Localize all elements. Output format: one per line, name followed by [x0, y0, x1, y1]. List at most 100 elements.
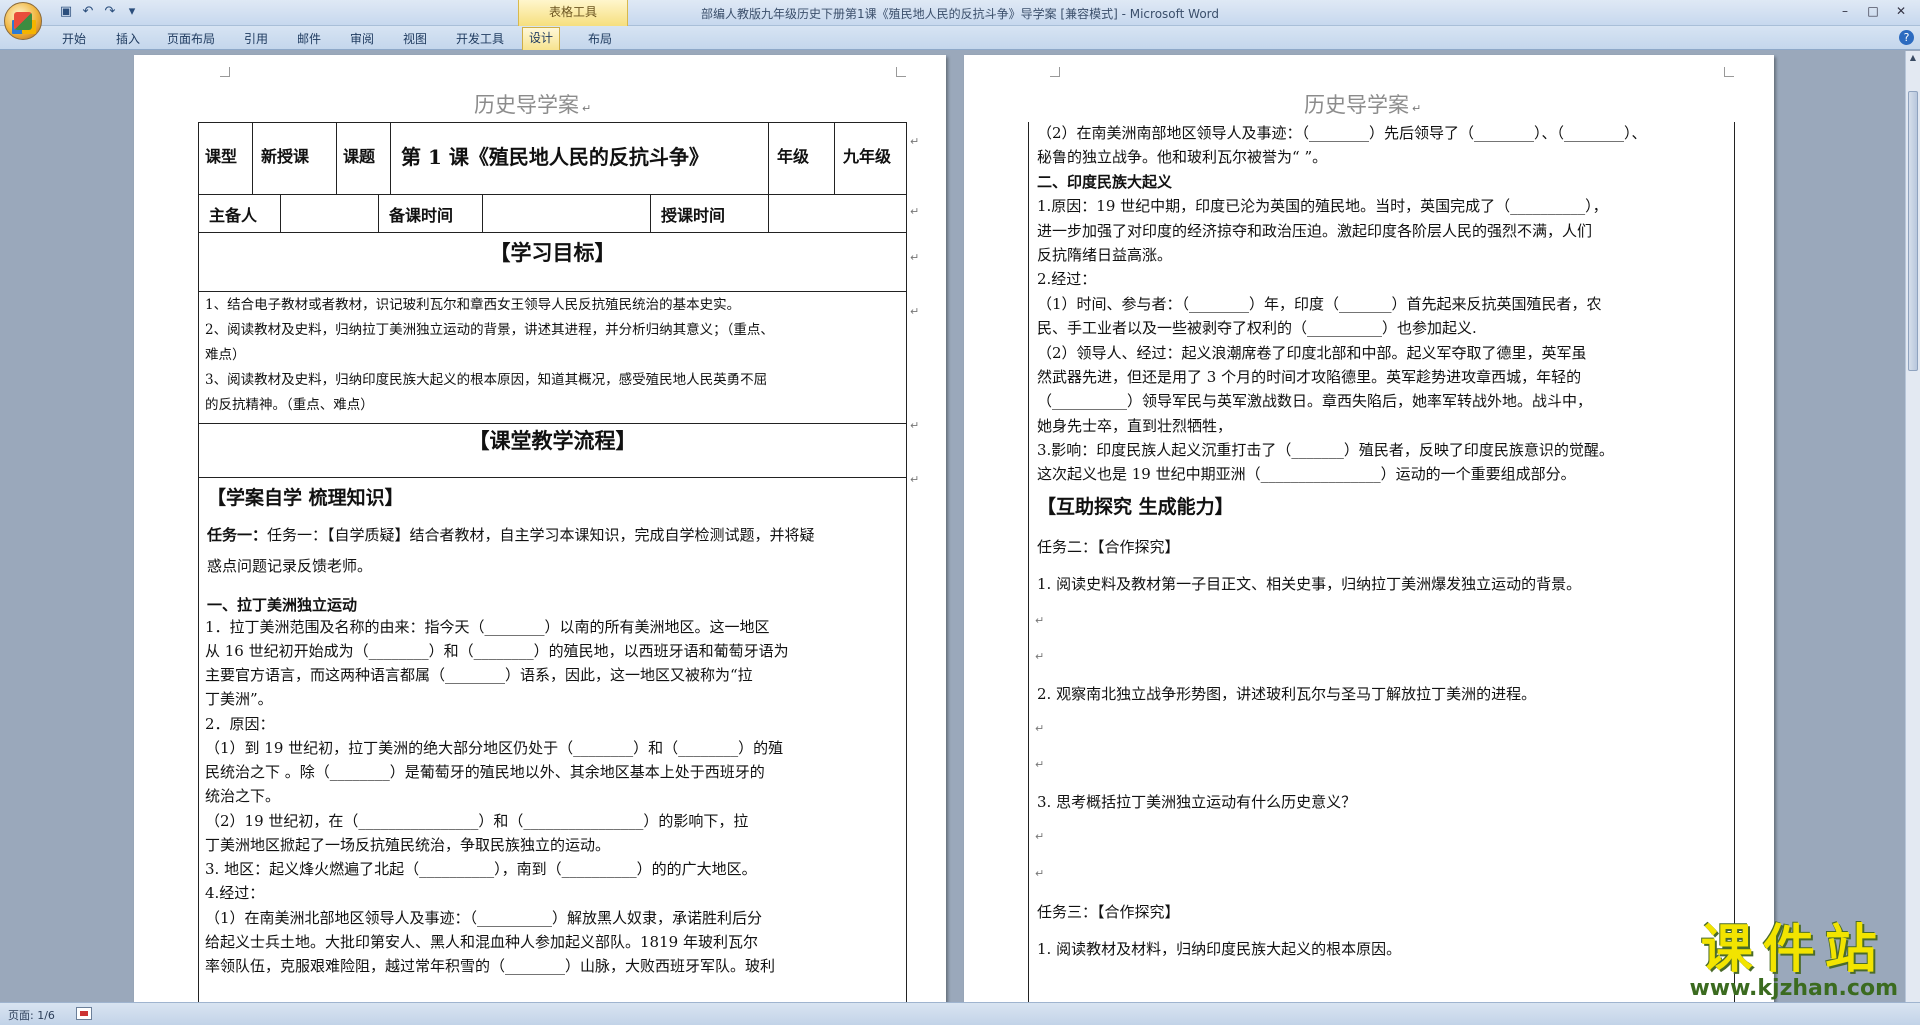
tab-references[interactable]: 引用 [238, 29, 274, 48]
p2-india-7: （2）领导人、经过：起义浪潮席卷了印度北部和中部。起义军夺取了德里，英军虽 [1037, 344, 1587, 362]
p1-line-9: （2）19 世纪初，在（________________）和（_________… [205, 812, 749, 830]
p2-india-1: 1.原因：19 世纪中期，印度已沦为英国的殖民地。当时，英国完成了（______… [1037, 197, 1608, 215]
p1-line-13: （1）在南美洲北部地区领导人及事迹：（__________）解放黑人奴隶，承诺胜… [205, 909, 763, 927]
flow-title: 【课堂教学流程】 [468, 428, 637, 453]
tab-page-layout[interactable]: 页面布局 [161, 29, 221, 48]
row-end-mark: ↵ [910, 251, 920, 264]
question-3: 3. 思考概括拉丁美洲独立运动有什么历史意义？ [1037, 793, 1357, 811]
scroll-up-icon[interactable]: ▲ [1908, 53, 1918, 63]
p2-india-3: 反抗隋绪日益高涨。 [1037, 246, 1173, 264]
task2-label: 任务二：【合作探究】 [1037, 538, 1180, 556]
row-end-mark: ↵ [910, 135, 920, 148]
tab-design[interactable]: 设计 [522, 27, 561, 50]
status-bar: 页面: 1/6 [0, 1002, 1920, 1025]
cell-topic-value: 第 1 课《殖民地人民的反抗斗争》 [391, 123, 769, 194]
p1-line-4: 丁美洲”。 [205, 690, 273, 708]
page-header: 历史导学案 ↵ [474, 93, 592, 117]
crop-mark [1050, 67, 1060, 77]
question-2: 2. 观察南北独立战争形势图，讲述玻利瓦尔与圣马丁解放拉丁美洲的进程。 [1037, 685, 1537, 703]
help-icon[interactable]: ? [1899, 30, 1914, 45]
lesson-table-continued: （2）在南美洲南部地区领导人及事迹：（________）先后领导了（______… [1028, 122, 1735, 1002]
p2-india-5: （1）时间、参与者：（________）年，印度（_______）首先起来反抗英… [1037, 295, 1602, 313]
goal-2-cont: 难点） [205, 347, 246, 363]
p1-line-6: （1）到 19 世纪初，拉丁美洲的绝大部分地区仍处于（________）和（__… [205, 739, 784, 757]
p2-india-8: 然武器先进，但还是用了 3 个月的时间才攻陷德里。英军趁势进攻章西城，年轻的 [1037, 368, 1582, 386]
p2-india-6: 民、手工业者以及一些被剥夺了权利的（__________）也参加起义. [1037, 319, 1477, 337]
tab-layout[interactable]: 布局 [582, 29, 618, 48]
tab-insert[interactable]: 插入 [110, 29, 146, 48]
cell-teach-time-label: 授课时间 [651, 194, 769, 232]
goals-title: 【学习目标】 [489, 240, 616, 265]
cell-preparer-value [281, 194, 379, 232]
cell-type-value: 新授课 [253, 123, 337, 194]
self-study-title: 【学案自学 梳理知识】 [207, 487, 404, 509]
cell-topic-label: 课题 [337, 123, 391, 194]
window-controls: – □ ✕ [1832, 2, 1914, 20]
row-end-mark: ↵ [910, 205, 920, 218]
india-heading: 二、印度民族大起义 [1037, 173, 1173, 191]
p2-india-2: 进一步加强了对印度的经济掠夺和政治压迫。激起印度各阶层人民的强烈不满，人们 [1037, 222, 1593, 240]
office-logo-icon [14, 12, 32, 30]
p1-line-14: 给起义士兵土地。大批印第安人、黑人和混血种人参加起义部队。1819 年玻利瓦尔 [205, 933, 758, 951]
close-button[interactable]: ✕ [1888, 2, 1914, 20]
p1-line-5: 2．原因： [205, 715, 275, 733]
cell-prep-time-label: 备课时间 [379, 194, 483, 232]
lesson-table: 课型 新授课 课题 第 1 课《殖民地人民的反抗斗争》 年级 九年级 主备人 备… [198, 122, 907, 1002]
cell-teach-time-value [769, 194, 908, 232]
proofing-icon[interactable] [76, 1007, 92, 1020]
crop-mark [1724, 67, 1734, 77]
task3-label: 任务三：【合作探究】 [1037, 903, 1180, 921]
goal-2: 2、阅读教材及史料，归纳拉丁美洲独立运动的背景，讲述其进程，并分析归纳其意义；（… [205, 322, 774, 338]
p1-line-8: 统治之下。 [205, 787, 281, 805]
cell-preparer-label: 主备人 [199, 194, 281, 232]
p1-line-15: 率领队伍，克服艰难险阻，越过常年积雪的（________）山脉，大败西班牙军队。… [205, 957, 776, 975]
goal-3-cont: 的反抗精神。（重点、难点） [205, 397, 374, 413]
p1-line-11: 3. 地区：起义烽火燃遍了北起（__________），南到（_________… [205, 860, 757, 878]
task1-line2: 惑点问题记录反馈老师。 [207, 557, 373, 575]
ribbon-tabs: 开始 插入 页面布局 引用 邮件 审阅 视图 开发工具 设计 布局 ? [0, 26, 1920, 50]
row-end-mark: ↵ [910, 419, 920, 432]
task1-line1: 任务一：任务一：【自学质疑】结合者教材，自主学习本课知识，完成自学检测试题，并将… [207, 526, 815, 544]
para-mark: ↵ [1035, 614, 1045, 627]
latin-america-heading: 一、拉丁美洲独立运动 [207, 596, 358, 614]
p1-line-10: 丁美洲地区掀起了一场反抗殖民统治，争取民族独立的运动。 [205, 836, 611, 854]
watermark-title: 课件站 [1700, 920, 1887, 980]
p1-line-1: 1．拉丁美洲范围及名称的由来：指今天（________）以南的所有美洲地区。这一… [205, 618, 770, 636]
minimize-button[interactable]: – [1832, 2, 1858, 20]
tab-mailings[interactable]: 邮件 [291, 29, 327, 48]
p2-line-2: 秘鲁的独立战争。他和玻利瓦尔被誉为“ ”。 [1037, 148, 1328, 166]
office-button[interactable] [4, 2, 42, 40]
row-end-mark: ↵ [910, 473, 920, 486]
tab-review[interactable]: 审阅 [344, 29, 380, 48]
p2-india-10: 她身先士卒，直到壮烈牺牲， [1037, 417, 1233, 435]
page-2[interactable]: 历史导学案 ↵ （2）在南美洲南部地区领导人及事迹：（________）先后领导了… [964, 55, 1774, 1002]
question-4: 1. 阅读教材及材料，归纳印度民族大起义的根本原因。 [1037, 940, 1402, 958]
p2-india-9: （__________）领导军民与英军激战数日。章西失陷后，她率军转战外地。战斗… [1037, 392, 1593, 410]
page-count[interactable]: 页面: 1/6 [8, 1007, 55, 1023]
para-mark: ↵ [1035, 830, 1045, 843]
tab-developer[interactable]: 开发工具 [450, 29, 510, 48]
para-mark: ↵ [1035, 867, 1045, 880]
para-mark: ↵ [1035, 722, 1045, 735]
para-mark: ↵ [1035, 758, 1045, 771]
p2-line-1: （2）在南美洲南部地区领导人及事迹：（________）先后领导了（______… [1037, 124, 1647, 142]
maximize-button[interactable]: □ [1860, 2, 1886, 20]
p1-line-2: 从 16 世纪初开始成为（________）和（________）的殖民地，以西… [205, 642, 789, 660]
page-1[interactable]: 历史导学案 ↵ 课型 新授课 课题 第 1 课《殖民地人民的反抗斗争》 年级 九年… [134, 55, 946, 1002]
vertical-scrollbar[interactable]: ▲ [1905, 51, 1920, 1002]
cell-grade-label: 年级 [769, 123, 835, 194]
p2-india-12: 这次起义也是 19 世纪中期亚洲（________________）运动的一个重… [1037, 465, 1576, 483]
tab-view[interactable]: 视图 [397, 29, 433, 48]
crop-mark [896, 67, 906, 77]
row-end-mark: ↵ [910, 305, 920, 318]
site-watermark: 课件站 www.kjzhan.com [1689, 922, 1898, 1000]
p2-india-11: 3.影响：印度民族人起义沉重打击了（_______）殖民者，反映了印度民族意识的… [1037, 441, 1614, 459]
p2-india-4: 2.经过： [1037, 270, 1097, 288]
tab-home[interactable]: 开始 [56, 29, 92, 48]
scroll-thumb[interactable] [1908, 91, 1918, 371]
goal-1: 1、结合电子教材或者教材，识记玻利瓦尔和章西女王领导人民反抗殖民统治的基本史实。 [205, 297, 741, 313]
cell-prep-time-value [483, 194, 651, 232]
goal-3: 3、阅读教材及史料，归纳印度民族大起义的根本原因，知道其概况，感受殖民地人民英勇… [205, 372, 768, 388]
document-workspace[interactable]: 历史导学案 ↵ 课型 新授课 课题 第 1 课《殖民地人民的反抗斗争》 年级 九年… [0, 51, 1905, 1002]
cooperative-title: 【互助探究 生成能力】 [1037, 496, 1234, 518]
